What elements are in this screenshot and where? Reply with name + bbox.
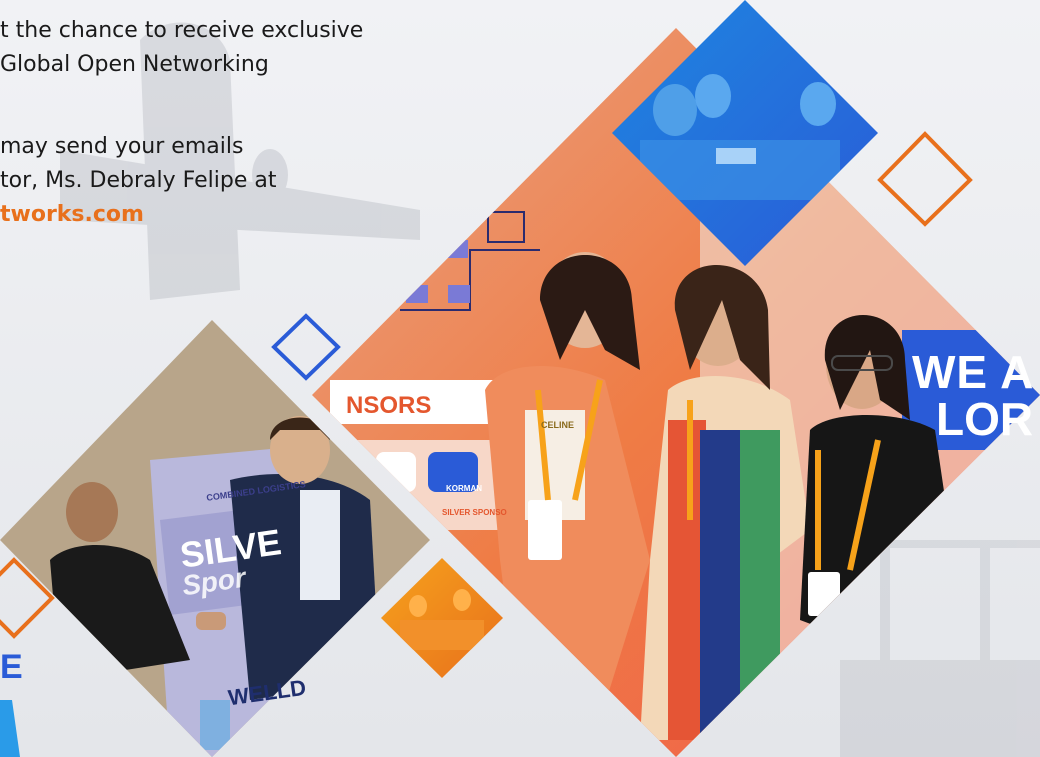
korman-logo-text: KORMAN — [446, 484, 482, 493]
we-are-sign-text: WE A — [912, 346, 1035, 398]
blue-accent-shape — [0, 700, 20, 757]
silver-sponsor-text: SILVER SPONSO — [442, 508, 507, 517]
small-photo-orange — [381, 558, 503, 678]
sponsors-sign-text: NSORS — [346, 392, 432, 419]
global-sign-text: LOR — [936, 393, 1034, 445]
shirt-logo-text: CELINE — [541, 420, 575, 430]
photo-collage — [0, 0, 1040, 757]
outline-diamond-orange-right — [877, 131, 973, 227]
edge-letter-text: E — [0, 648, 23, 686]
outline-diamond-blue — [271, 313, 341, 381]
